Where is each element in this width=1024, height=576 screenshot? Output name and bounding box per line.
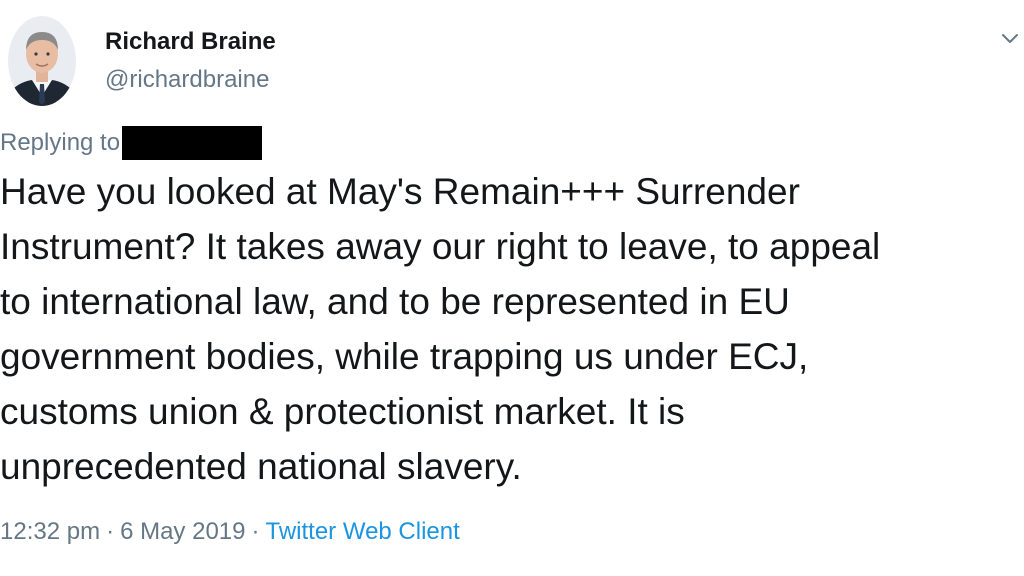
tweet-date[interactable]: 6 May 2019 xyxy=(120,518,245,545)
tweet-menu-button[interactable] xyxy=(996,24,1024,52)
chevron-down-icon xyxy=(1002,34,1018,43)
tweet-text-line: customs union & protectionist market. It… xyxy=(0,391,685,432)
tweet-text-line: Have you looked at May's Remain+++ Surre… xyxy=(0,171,800,212)
tweet-time[interactable]: 12:32 pm xyxy=(0,518,100,545)
author-avatar[interactable] xyxy=(8,16,76,106)
tweet-card: Richard Braine @richardbraine Replying t… xyxy=(0,0,1024,576)
tweet-metadata: 12:32 pm · 6 May 2019 · Twitter Web Client xyxy=(0,515,460,549)
author-handle[interactable]: @richardbraine xyxy=(105,64,269,96)
tweet-text-line: unprecedented national slavery. xyxy=(0,446,522,487)
meta-separator: · xyxy=(106,518,115,545)
tweet-text-line: government bodies, while trapping us und… xyxy=(0,336,809,377)
profile-photo-icon xyxy=(8,16,76,106)
tweet-text-line: to international law, and to be represen… xyxy=(0,281,790,322)
redacted-reply-handle xyxy=(122,126,263,160)
replying-to-label: Replying to xyxy=(0,129,121,156)
tweet-text: Have you looked at May's Remain+++ Surre… xyxy=(0,164,1010,494)
tweet-client-link[interactable]: Twitter Web Client xyxy=(266,518,460,545)
tweet-text-line: Instrument? It takes away our right to l… xyxy=(0,226,881,267)
replying-to: Replying to xyxy=(0,126,263,160)
meta-separator: · xyxy=(251,518,260,545)
author-name[interactable]: Richard Braine xyxy=(105,26,276,58)
